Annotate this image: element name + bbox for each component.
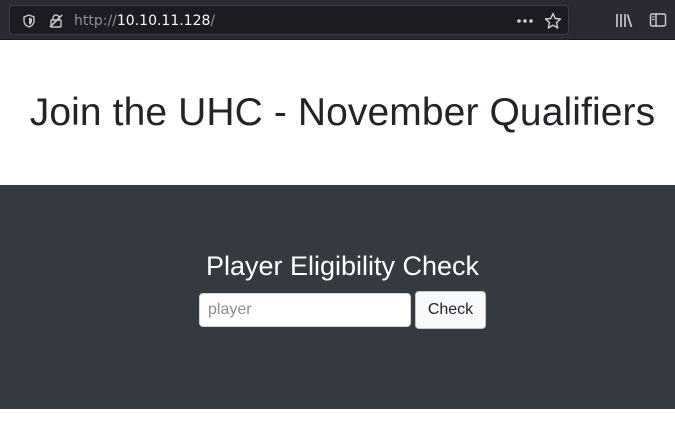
browser-toolbar: http://10.10.11.128/ xyxy=(0,0,675,40)
sidebar-icon[interactable] xyxy=(649,11,667,29)
url-scheme: http:// xyxy=(74,13,117,29)
urlbar-actions xyxy=(516,12,562,30)
ellipsis-icon[interactable] xyxy=(516,12,534,30)
url-text[interactable]: http://10.10.11.128/ xyxy=(74,12,215,30)
panel-heading: Player Eligibility Check xyxy=(205,251,480,281)
address-bar[interactable]: http://10.10.11.128/ xyxy=(9,5,569,35)
eligibility-panel: Player Eligibility Check Check xyxy=(0,185,675,409)
shield-icon[interactable] xyxy=(21,13,37,29)
toolbar-right-tools xyxy=(615,11,667,29)
library-icon[interactable] xyxy=(615,11,633,29)
eligibility-form: Check xyxy=(199,291,486,329)
url-path: / xyxy=(210,13,216,29)
check-button[interactable]: Check xyxy=(415,291,486,329)
not-secure-icon[interactable] xyxy=(48,13,64,29)
page-header: Join the UHC - November Qualifiers xyxy=(0,41,675,185)
url-host: 10.10.11.128 xyxy=(116,13,211,29)
star-icon[interactable] xyxy=(544,12,562,30)
player-input[interactable] xyxy=(199,293,411,327)
page-title: Join the UHC - November Qualifiers xyxy=(29,91,656,134)
